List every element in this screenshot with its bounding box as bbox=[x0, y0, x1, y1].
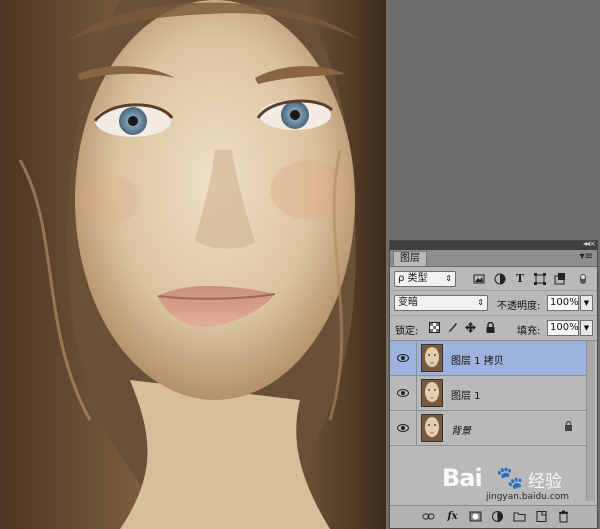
collapse-icon[interactable]: ◂◂ bbox=[583, 239, 590, 248]
opacity-label: 不透明度: bbox=[497, 301, 541, 312]
visibility-eye-icon[interactable] bbox=[390, 341, 417, 375]
fill-input[interactable]: 100% bbox=[547, 320, 579, 336]
link-layers-icon[interactable] bbox=[422, 510, 435, 523]
tab-layers[interactable]: 图层 bbox=[393, 251, 427, 266]
lock-transparent-pixels-icon[interactable] bbox=[429, 322, 440, 333]
close-icon[interactable]: × bbox=[589, 239, 596, 248]
fill-label: 填充: bbox=[517, 326, 541, 337]
blend-mode-label: 变暗 bbox=[398, 297, 418, 308]
layer-lock-icon bbox=[564, 420, 573, 434]
opacity-dropdown-icon[interactable]: ▼ bbox=[580, 295, 593, 311]
blend-row: 变暗 ⇕ 不透明度: 100% ▼ bbox=[390, 291, 597, 316]
new-layer-icon[interactable] bbox=[535, 510, 548, 523]
add-mask-icon[interactable] bbox=[469, 510, 482, 523]
lock-image-pixels-icon[interactable] bbox=[447, 322, 458, 333]
blend-mode-select[interactable]: 变暗 ⇕ bbox=[394, 295, 488, 311]
select-arrow-icon: ⇕ bbox=[445, 274, 452, 283]
filter-row: ρ 类型 ⇕ T bbox=[390, 268, 597, 291]
filter-type-select[interactable]: ρ 类型 ⇕ bbox=[394, 271, 456, 287]
panel-titlebar[interactable]: ◂◂ × bbox=[390, 239, 597, 250]
watermark-url: jingyan.baidu.com bbox=[486, 492, 570, 502]
filter-toggle-icon[interactable] bbox=[578, 273, 588, 285]
lock-all-icon[interactable] bbox=[485, 321, 496, 333]
layer-thumbnail[interactable] bbox=[421, 379, 443, 407]
fill-dropdown-icon[interactable]: ▼ bbox=[580, 320, 593, 336]
lock-position-icon[interactable] bbox=[465, 322, 476, 333]
select-arrow-icon: ⇕ bbox=[477, 298, 484, 307]
layer-row-1[interactable]: 图层 1 bbox=[390, 376, 587, 411]
portrait-image bbox=[0, 0, 386, 529]
image-filter-icon[interactable] bbox=[473, 273, 485, 285]
lock-label: 锁定: bbox=[395, 326, 419, 337]
filter-type-label: ρ 类型 bbox=[398, 273, 428, 284]
layer-name: 图层 1 bbox=[451, 391, 481, 402]
panel-tab-row: 图层 ▾≡ bbox=[390, 250, 597, 267]
opacity-input[interactable]: 100% bbox=[547, 295, 579, 311]
layer-name: 图层 1 拷贝 bbox=[451, 356, 504, 367]
layers-list: 图层 1 拷贝 图层 1 背景 bbox=[390, 341, 587, 446]
layer-row-background[interactable]: 背景 bbox=[390, 411, 587, 446]
baidu-jingyan-watermark: Bai 🐾 经验 jingyan.baidu.com bbox=[442, 464, 592, 504]
delete-layer-icon[interactable] bbox=[557, 510, 570, 523]
layers-bottom-bar: fx bbox=[390, 505, 597, 528]
layer-name: 背景 bbox=[451, 426, 471, 437]
visibility-eye-icon[interactable] bbox=[390, 411, 417, 445]
watermark-brand: Bai bbox=[442, 464, 483, 492]
layer-thumbnail[interactable] bbox=[421, 414, 443, 442]
layer-style-fx-icon[interactable]: fx bbox=[446, 510, 459, 523]
layer-thumbnail[interactable] bbox=[421, 344, 443, 372]
panel-menu-icon[interactable]: ▾≡ bbox=[580, 251, 593, 262]
adjustment-filter-icon[interactable] bbox=[494, 273, 506, 285]
type-filter-icon[interactable]: T bbox=[514, 273, 526, 285]
paw-icon: 🐾 bbox=[496, 466, 524, 491]
watermark-jingyan: 经验 bbox=[528, 472, 562, 492]
layer-row-copy[interactable]: 图层 1 拷贝 bbox=[390, 341, 587, 376]
smart-object-filter-icon[interactable] bbox=[554, 273, 566, 285]
adjustment-layer-icon[interactable] bbox=[491, 510, 504, 523]
new-group-icon[interactable] bbox=[513, 510, 526, 523]
shape-filter-icon[interactable] bbox=[534, 273, 546, 285]
visibility-eye-icon[interactable] bbox=[390, 376, 417, 410]
canvas-photo[interactable] bbox=[0, 0, 386, 529]
lock-row: 锁定: 填充: 100% ▼ bbox=[390, 316, 597, 341]
